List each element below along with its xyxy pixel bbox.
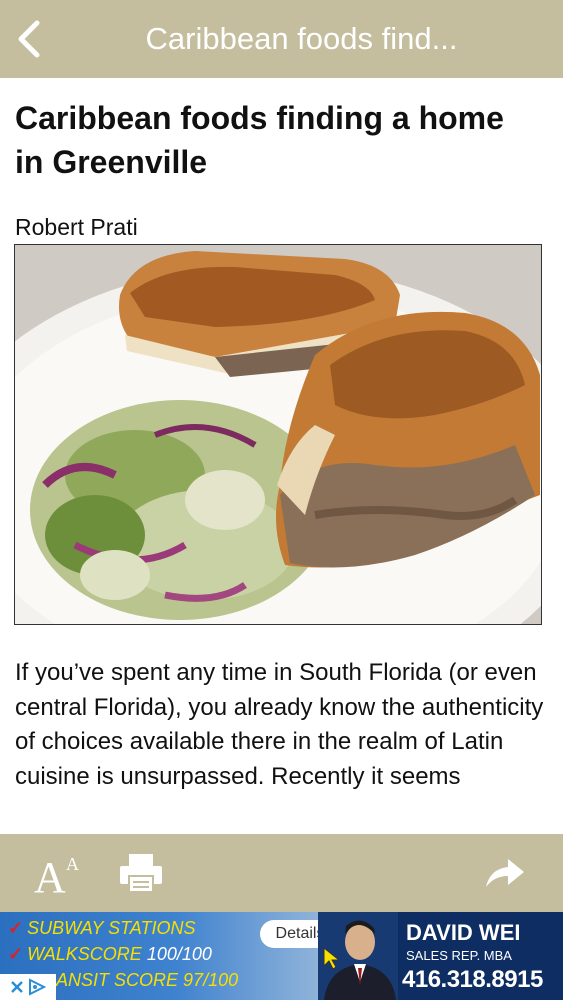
check-icon: ✓ (8, 944, 24, 964)
close-icon (11, 981, 23, 993)
article-content[interactable]: Caribbean foods finding a home in Greenv… (0, 78, 563, 834)
article-byline: Robert Prati (15, 214, 138, 240)
article-body: If you’ve spent any time in South Florid… (15, 659, 544, 790)
bottom-toolbar: A A (0, 834, 563, 912)
share-arrow-icon (486, 859, 524, 887)
ad-line-3: ANSIT SCORE 97/100 (56, 970, 239, 990)
article-headline: Caribbean foods finding a home in Greenv… (15, 100, 504, 180)
svg-text:A: A (66, 854, 79, 874)
food-photo-illustration (15, 245, 541, 624)
share-button[interactable] (480, 848, 528, 898)
page-title: Caribbean foods find... (145, 21, 458, 56)
ad-right-panel: DAVID WEI SALES REP. MBA 416.318.8915 (318, 912, 563, 1000)
check-icon: ✓ (8, 918, 24, 938)
ad-choices-button[interactable] (0, 974, 56, 1000)
ad-agent-phone[interactable]: 416.318.8915 (402, 966, 543, 994)
text-size-icon: A A (34, 853, 79, 898)
back-button[interactable] (6, 10, 52, 68)
printer-icon (120, 854, 162, 893)
ad-agent-name: DAVID WEI (406, 920, 521, 945)
ad-line-1: ✓ SUBWAY STATIONS (8, 918, 196, 938)
chevron-left-icon (18, 20, 40, 58)
ad-line-2: ✓ WALKSCORE 100/100 (8, 944, 212, 964)
ad-choices-icon (29, 978, 46, 996)
top-navigation-bar: Caribbean foods find... (0, 0, 563, 78)
text-size-button[interactable]: A A (32, 848, 88, 898)
print-button[interactable] (116, 848, 166, 898)
svg-text:A: A (34, 853, 66, 898)
cursor-arrow-icon (323, 946, 341, 970)
ad-agent-role: SALES REP. MBA (406, 948, 512, 963)
advertisement-banner[interactable]: ✓ SUBWAY STATIONS ✓ WALKSCORE 100/100 ANSI… (0, 912, 563, 1000)
article-photo (14, 244, 542, 625)
